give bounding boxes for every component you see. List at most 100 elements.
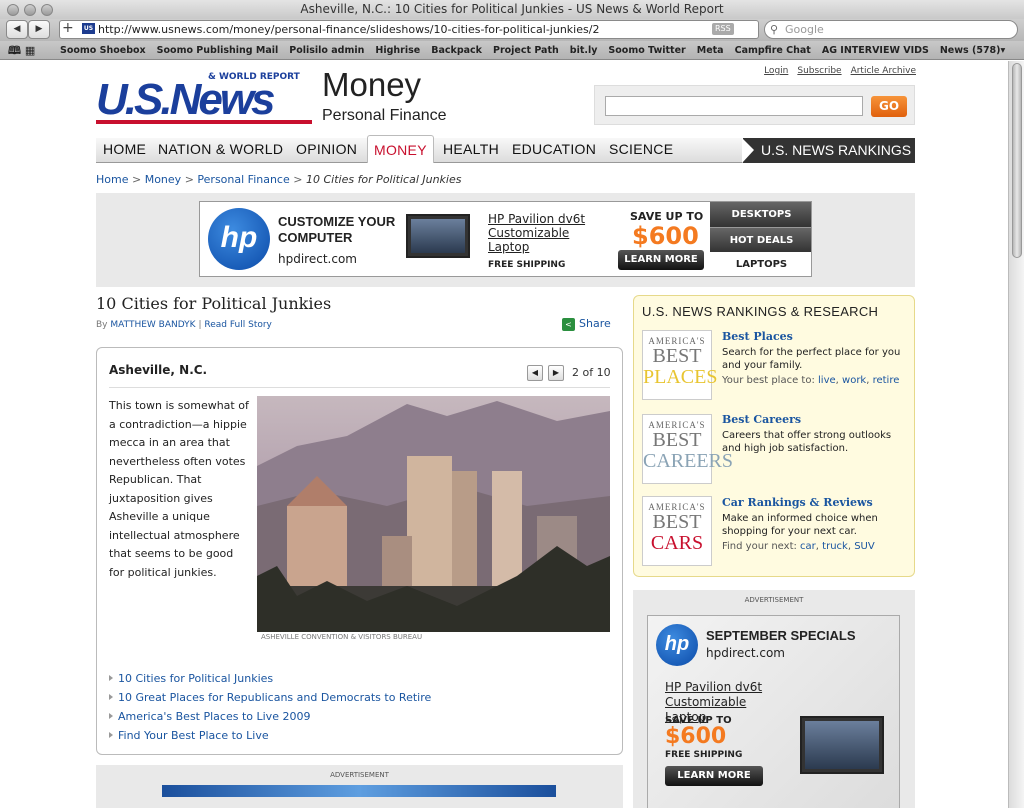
top-ad-band: hp CUSTOMIZE YOUR COMPUTER hpdirect.com …: [96, 193, 915, 287]
ad-label: ADVERTISEMENT: [330, 771, 389, 779]
related-link[interactable]: 10 Great Places for Republicans and Demo…: [109, 691, 431, 704]
laptop-image: [800, 716, 884, 774]
nav-home[interactable]: HOME: [103, 141, 146, 157]
nav-opinion[interactable]: OPINION: [296, 141, 357, 157]
address-bar[interactable]: http://www.usnews.com/money/personal-fin…: [59, 20, 759, 39]
best-places-section: Best Places Search for the perfect place…: [722, 330, 908, 386]
login-link[interactable]: Login: [764, 66, 788, 76]
car-link[interactable]: car: [800, 541, 816, 552]
bookmark-item[interactable]: Meta: [697, 45, 724, 56]
work-link[interactable]: work: [842, 375, 866, 386]
bookmark-item[interactable]: Soomo Twitter: [608, 45, 685, 56]
live-link[interactable]: live: [818, 375, 836, 386]
scrollbar-thumb[interactable]: [1012, 63, 1022, 258]
vertical-scrollbar[interactable]: [1008, 61, 1024, 808]
nav-money[interactable]: MONEY: [367, 135, 434, 163]
car-rankings-text: Make an informed choice when shopping fo…: [722, 513, 878, 537]
related-link[interactable]: Find Your Best Place to Live: [109, 729, 431, 742]
rankings-title: U.S. NEWS RANKINGS & RESEARCH: [642, 304, 879, 319]
article-title: 10 Cities for Political Junkies: [96, 294, 332, 313]
car-rankings-footer: Find your next: car, truck, SUV: [722, 541, 875, 552]
breadcrumb-separator: >: [184, 173, 194, 186]
forward-arrow-icon: ▶: [35, 24, 43, 34]
byline-by: By: [96, 320, 108, 330]
read-full-story-link[interactable]: Read Full Story: [204, 320, 272, 330]
best-careers-badge[interactable]: AMERICA'S BEST CAREERS: [642, 414, 733, 484]
usnews-logo[interactable]: U.S.News & WORLD REPORT: [96, 72, 312, 124]
subscribe-link[interactable]: Subscribe: [797, 66, 841, 76]
ad-desktops-link[interactable]: DESKTOPS: [710, 202, 811, 227]
ad-price: $600: [665, 724, 727, 749]
car-rankings-link[interactable]: Car Rankings & Reviews: [722, 496, 908, 509]
bookmark-item[interactable]: Soomo Publishing Mail: [157, 45, 279, 56]
truck-link[interactable]: truck: [822, 541, 848, 552]
subsection-title: Personal Finance: [322, 107, 447, 124]
go-button[interactable]: GO: [871, 96, 907, 117]
nav-nation-world[interactable]: NATION & WORLD: [158, 141, 283, 157]
retire-link[interactable]: retire: [873, 375, 900, 386]
logo-text: U.S.News: [96, 75, 276, 124]
grid-icon[interactable]: ▦: [25, 44, 35, 57]
breadcrumb-personal-finance[interactable]: Personal Finance: [197, 173, 289, 186]
ad-hot-deals-link[interactable]: HOT DEALS: [710, 227, 811, 252]
hp-banner-ad[interactable]: hp CUSTOMIZE YOUR COMPUTER hpdirect.com …: [199, 201, 812, 277]
best-careers-section: Best Careers Careers that offer strong o…: [722, 413, 908, 455]
ad-product-link[interactable]: HP Pavilion dv6t Customizable Laptop: [488, 212, 608, 254]
share-button[interactable]: < Share: [562, 317, 611, 331]
suv-link[interactable]: SUV: [854, 541, 875, 552]
related-link[interactable]: 10 Cities for Political Junkies: [109, 672, 431, 685]
bookmark-item[interactable]: bit.ly: [570, 45, 598, 56]
nav-education[interactable]: EDUCATION: [512, 141, 596, 157]
ad-laptops-link[interactable]: LAPTOPS: [710, 252, 811, 276]
bottom-ad-banner[interactable]: [162, 785, 556, 797]
rss-button[interactable]: RSS: [712, 23, 734, 35]
book-icon[interactable]: 🕮: [8, 44, 21, 57]
byline: By MATTHEW BANDYK | Read Full Story: [96, 320, 272, 330]
back-button[interactable]: ◀: [6, 20, 28, 39]
forward-button[interactable]: ▶: [28, 20, 50, 39]
main-nav: HOME NATION & WORLD OPINION MONEY HEALTH…: [96, 135, 915, 163]
prev-slide-button[interactable]: ◀: [527, 365, 543, 381]
learn-more-button[interactable]: LEARN MORE: [618, 250, 704, 270]
hp-side-ad[interactable]: hp SEPTEMBER SPECIALS hpdirect.com HP Pa…: [647, 615, 900, 808]
share-icon: <: [562, 318, 575, 331]
next-slide-button[interactable]: ▶: [548, 365, 564, 381]
bookmark-item[interactable]: Project Path: [493, 45, 559, 56]
zoom-window-icon[interactable]: [41, 4, 53, 16]
bookmark-item[interactable]: News (578)▾: [940, 45, 1005, 56]
learn-more-button[interactable]: LEARN MORE: [665, 766, 763, 786]
bookmark-item[interactable]: Backpack: [431, 45, 482, 56]
nav-health[interactable]: HEALTH: [443, 141, 499, 157]
hp-logo: hp: [656, 624, 698, 666]
ad-url: hpdirect.com: [706, 646, 785, 660]
breadcrumb-home[interactable]: Home: [96, 173, 128, 186]
nav-rankings[interactable]: U.S. NEWS RANKINGS: [742, 138, 915, 163]
badge-mid: BEST: [652, 429, 702, 451]
bookmark-item[interactable]: Highrise: [375, 45, 420, 56]
google-search-field[interactable]: ⚲ Google: [764, 20, 1018, 39]
bookmark-item[interactable]: Polisilo admin: [289, 45, 364, 56]
best-places-link[interactable]: Best Places: [722, 330, 908, 343]
ad-shipping: FREE SHIPPING: [488, 260, 566, 270]
best-cars-badge[interactable]: AMERICA'S BEST CARS: [642, 496, 712, 566]
best-places-badge[interactable]: AMERICA'S BEST PLACES: [642, 330, 717, 400]
bookmarks-icons[interactable]: 🕮 ▦: [8, 41, 35, 60]
breadcrumb-separator: >: [293, 173, 303, 186]
bookmark-item[interactable]: Soomo Shoebox: [60, 45, 146, 56]
article-archive-link[interactable]: Article Archive: [851, 66, 916, 76]
ad-url: hpdirect.com: [278, 252, 357, 266]
related-links: 10 Cities for Political Junkies 10 Great…: [109, 672, 431, 748]
breadcrumb-money[interactable]: Money: [145, 173, 181, 186]
badge-label: CARS: [650, 532, 704, 554]
add-bookmark-icon[interactable]: +: [62, 20, 74, 37]
nav-science[interactable]: SCIENCE: [609, 141, 673, 157]
minimize-window-icon[interactable]: [24, 4, 36, 16]
related-link[interactable]: America's Best Places to Live 2009: [109, 710, 431, 723]
close-window-icon[interactable]: [7, 4, 19, 16]
car-rankings-section: Car Rankings & Reviews Make an informed …: [722, 496, 908, 552]
site-search-input[interactable]: [605, 96, 863, 116]
best-careers-link[interactable]: Best Careers: [722, 413, 908, 426]
bookmark-item[interactable]: AG INTERVIEW VIDS: [822, 45, 929, 56]
bookmark-item[interactable]: Campfire Chat: [735, 45, 811, 56]
author-link[interactable]: MATTHEW BANDYK: [110, 320, 195, 330]
